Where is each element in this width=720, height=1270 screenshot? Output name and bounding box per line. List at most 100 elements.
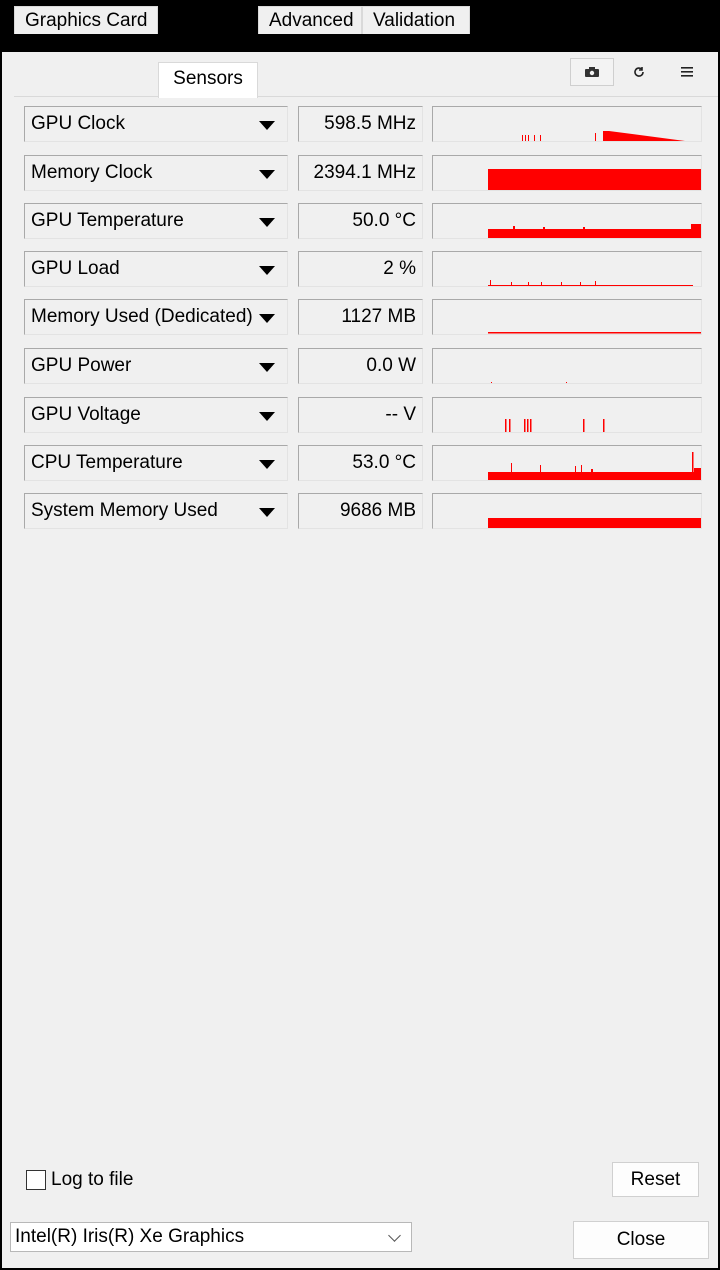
menu-button[interactable] (665, 58, 709, 86)
sensor-name-dropdown[interactable]: Memory Used (Dedicated) (24, 299, 288, 335)
graph-spike (505, 419, 507, 432)
sensor-value: 50.0 °C (298, 203, 423, 239)
sensor-name-dropdown[interactable]: CPU Temperature (24, 445, 288, 481)
dropdown-caret-icon (259, 314, 275, 323)
close-button[interactable]: Close (573, 1221, 709, 1259)
sensor-name-label: Memory Clock (31, 162, 153, 183)
hamburger-menu-icon (681, 67, 693, 77)
graph-spike (575, 466, 576, 473)
graph-spike (534, 135, 535, 141)
graph-spike (530, 419, 532, 432)
graph-spike (511, 282, 512, 286)
graph-dot (566, 382, 567, 383)
sensor-row-gpu-temperature: GPU Temperature 50.0 °C (24, 203, 702, 239)
screenshot-button[interactable] (570, 58, 614, 86)
graph-spike (522, 135, 523, 141)
refresh-icon (634, 67, 644, 77)
sensor-row-memory-clock: Memory Clock 2394.1 MHz (24, 155, 702, 191)
sensor-name-label: GPU Temperature (31, 210, 184, 231)
sensor-row-system-memory-used: System Memory Used 9686 MB (24, 493, 702, 529)
sensor-value: 0.0 W (298, 348, 423, 384)
sensor-row-cpu-temperature: CPU Temperature 53.0 °C (24, 445, 702, 481)
sensor-graph (432, 348, 702, 384)
sensor-name-dropdown[interactable]: GPU Voltage (24, 397, 288, 433)
graph-spike (543, 227, 545, 230)
graph-area (488, 518, 701, 528)
dropdown-caret-icon (259, 170, 275, 179)
sensor-value: 2 % (298, 251, 423, 287)
graph-spike (561, 282, 562, 286)
sensor-name-label: CPU Temperature (31, 452, 183, 473)
sensor-graph (432, 445, 702, 481)
sensor-graph (432, 155, 702, 191)
graph-spike (511, 463, 512, 473)
graph-spike (509, 419, 511, 432)
tab-sensors[interactable]: Sensors (158, 62, 258, 98)
sensor-name-dropdown[interactable]: GPU Power (24, 348, 288, 384)
dropdown-caret-icon (259, 363, 275, 372)
graph-area (488, 472, 701, 480)
refresh-button[interactable] (617, 58, 661, 86)
sensor-name-label: GPU Voltage (31, 404, 141, 425)
graph-area (488, 229, 701, 238)
tab-advanced[interactable]: Advanced (258, 6, 362, 34)
sensor-name-label: Memory Used (Dedicated) (31, 306, 253, 327)
graph-spike (540, 465, 541, 473)
sensor-name-dropdown[interactable]: GPU Temperature (24, 203, 288, 239)
graph-area (488, 169, 701, 190)
sensor-row-gpu-clock: GPU Clock 598.5 MHz (24, 106, 702, 142)
dropdown-caret-icon (259, 266, 275, 275)
sensor-graph (432, 203, 702, 239)
sensor-name-label: GPU Power (31, 355, 132, 376)
graph-area (691, 224, 701, 238)
dropdown-caret-icon (259, 508, 275, 517)
graph-spike (524, 419, 526, 432)
graph-spike (692, 452, 694, 473)
sensor-name-dropdown[interactable]: GPU Load (24, 251, 288, 287)
tab-validation[interactable]: Validation (362, 6, 470, 34)
graph-spike (583, 419, 585, 432)
tab-graphics-card[interactable]: Graphics Card (14, 6, 158, 34)
graph-spike (525, 135, 526, 141)
sensor-name-label: GPU Load (31, 258, 120, 279)
graph-spike (528, 282, 529, 286)
graph-baseline (488, 285, 693, 286)
graph-spike (603, 419, 605, 432)
sensor-value: 53.0 °C (298, 445, 423, 481)
sensor-value: 2394.1 MHz (298, 155, 423, 191)
graph-spike (591, 469, 593, 473)
sensor-row-gpu-load: GPU Load 2 % (24, 251, 702, 287)
sensor-name-dropdown[interactable]: Memory Clock (24, 155, 288, 191)
gpu-select-value: Intel(R) Iris(R) Xe Graphics (15, 1226, 245, 1247)
graph-spike (527, 419, 529, 432)
sensor-value: 598.5 MHz (298, 106, 423, 142)
sensor-graph (432, 299, 702, 335)
dropdown-caret-icon (259, 121, 275, 130)
sensor-graph (432, 106, 702, 142)
graph-area (603, 131, 685, 141)
graph-spike (580, 282, 581, 286)
graph-baseline (488, 332, 701, 334)
graph-spike (528, 135, 529, 141)
gpu-select-dropdown[interactable]: Intel(R) Iris(R) Xe Graphics (10, 1222, 412, 1252)
graph-spike (595, 133, 596, 141)
sensor-value: 1127 MB (298, 299, 423, 335)
log-to-file-label: Log to file (51, 1169, 134, 1190)
reset-button[interactable]: Reset (612, 1162, 699, 1197)
dropdown-caret-icon (259, 460, 275, 469)
sensor-name-label: GPU Clock (31, 113, 125, 134)
sensor-value: -- V (298, 397, 423, 433)
dropdown-caret-icon (259, 412, 275, 421)
dropdown-caret-icon (259, 218, 275, 227)
tab-panel-border (14, 96, 718, 97)
sensor-name-dropdown[interactable]: System Memory Used (24, 493, 288, 529)
sensor-name-dropdown[interactable]: GPU Clock (24, 106, 288, 142)
sensor-name-label: System Memory Used (31, 500, 218, 521)
log-to-file-checkbox[interactable] (26, 1170, 46, 1190)
graph-spike (595, 281, 596, 286)
graph-spike (513, 226, 515, 230)
graph-spike (583, 227, 585, 230)
graph-spike (581, 465, 582, 473)
graph-spike (540, 135, 541, 141)
camera-icon (585, 67, 599, 77)
